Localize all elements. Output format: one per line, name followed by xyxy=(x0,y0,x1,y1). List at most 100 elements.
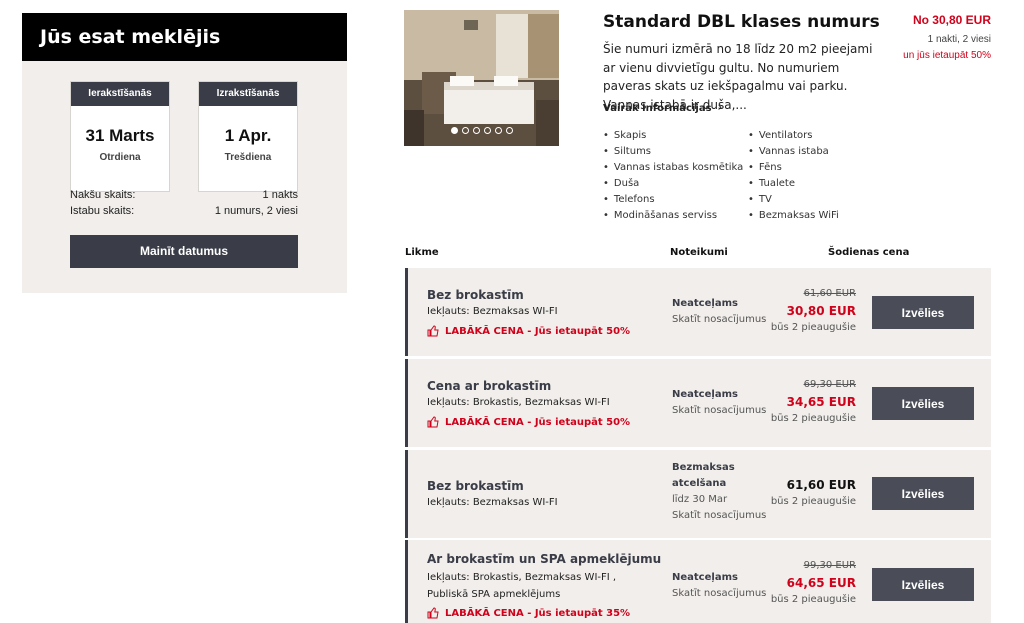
current-price: 64,65 EUR xyxy=(786,576,856,590)
select-rate-button[interactable]: Izvēlies xyxy=(872,477,974,510)
rate-price: 61,60 EUR 30,80 EUR būs 2 pieaugušie xyxy=(771,288,856,333)
column-header-terms: Noteikumi xyxy=(670,247,728,258)
thumbs-up-icon xyxy=(427,416,439,428)
nights-row: Nakšu skaits: 1 nakts xyxy=(70,189,298,201)
select-rate-button[interactable]: Izvēlies xyxy=(872,296,974,329)
search-summary-title: Jūs esat meklējis xyxy=(22,13,347,61)
amenity-item: Telefons xyxy=(603,192,743,208)
rate-row: Bez brokastīm Iekļauts: Bezmaksas WI-FI … xyxy=(405,268,991,356)
terms-title: Neatceļams xyxy=(672,389,738,400)
amenity-item: Ventilators xyxy=(748,128,839,144)
terms-link[interactable]: Skatīt nosacījumus xyxy=(672,314,766,325)
checkin-date: 31 Marts xyxy=(85,126,155,145)
rate-row: Ar brokastīm un SPA apmeklējumu Iekļauts… xyxy=(405,540,991,623)
chevron-right-icon: › xyxy=(717,100,723,114)
checkout-label: Izrakstīšanās xyxy=(199,82,297,106)
change-dates-button[interactable]: Mainīt datumus xyxy=(70,235,298,268)
rate-name: Cena ar brokastīm xyxy=(427,379,552,393)
terms-link[interactable]: Skatīt nosacījumus xyxy=(672,588,766,599)
best-price-text: LABĀKĀ CENA - Jūs ietaupāt 35% xyxy=(445,607,631,619)
terms-link[interactable]: Skatīt nosacījumus xyxy=(672,510,766,521)
guests-note: būs 2 pieaugušie xyxy=(770,413,856,424)
checkin-weekday: Otrdiena xyxy=(99,152,141,163)
rate-terms: Neatceļams Skatīt nosacījumus xyxy=(672,387,772,419)
amenity-item: Bezmaksas WiFi xyxy=(748,208,839,224)
column-header-rate: Likme xyxy=(405,247,439,258)
checkout-weekday: Trešdiena xyxy=(224,152,272,163)
rate-price: 61,60 EUR būs 2 pieaugušie xyxy=(771,478,856,507)
carousel-dots xyxy=(404,127,559,134)
rooms-label: Istabu skaits: xyxy=(70,205,135,217)
thumbs-up-icon xyxy=(427,325,439,337)
rate-name: Ar brokastīm un SPA apmeklējumu xyxy=(427,552,662,566)
terms-title: Neatceļams xyxy=(672,572,738,583)
rooms-row: Istabu skaits: 1 numurs, 2 viesi xyxy=(70,205,298,217)
rate-terms: Bezmaksas atcelšana līdz 30 Mar Skatīt n… xyxy=(672,460,772,524)
rate-price: 99,30 EUR 64,65 EUR būs 2 pieaugušie xyxy=(771,560,856,605)
room-photo-carousel[interactable] xyxy=(404,10,559,146)
amenity-item: Vannas istabas kosmētika xyxy=(603,160,743,176)
room-title: Standard DBL klases numurs xyxy=(603,12,880,32)
rate-included: Iekļauts: Brokastis, Bezmaksas WI-FI , P… xyxy=(427,572,617,600)
amenities-list-2: Ventilators Vannas istaba Fēns Tualete T… xyxy=(748,128,839,224)
carousel-dot-icon[interactable] xyxy=(494,127,502,134)
amenities-list-1: Skapis Siltums Vannas istabas kosmētika … xyxy=(603,128,743,224)
from-price-savings: un jūs ietaupāt 50% xyxy=(903,50,991,61)
guests-note: būs 2 pieaugušie xyxy=(770,322,856,333)
rate-row: Bez brokastīm Iekļauts: Bezmaksas WI-FI … xyxy=(405,450,991,538)
best-price-badge: LABĀKĀ CENA - Jūs ietaupāt 50% xyxy=(427,325,630,337)
current-price: 61,60 EUR xyxy=(786,478,856,492)
rate-name: Bez brokastīm xyxy=(427,288,524,302)
select-rate-button[interactable]: Izvēlies xyxy=(872,568,974,601)
rate-included: Iekļauts: Bezmaksas WI-FI xyxy=(427,497,558,508)
select-rate-button[interactable]: Izvēlies xyxy=(872,387,974,420)
terms-title: Bezmaksas atcelšana xyxy=(672,462,735,489)
best-price-text: LABĀKĀ CENA - Jūs ietaupāt 50% xyxy=(445,325,631,337)
guests-note: būs 2 pieaugušie xyxy=(770,496,856,507)
amenity-item: TV xyxy=(748,192,839,208)
terms-link[interactable]: Skatīt nosacījumus xyxy=(672,405,766,416)
old-price: 69,30 EUR xyxy=(803,379,856,390)
rate-included: Iekļauts: Brokastis, Bezmaksas WI-FI xyxy=(427,397,610,408)
current-price: 34,65 EUR xyxy=(786,395,856,409)
best-price-badge: LABĀKĀ CENA - Jūs ietaupāt 35% xyxy=(427,607,630,619)
terms-title: Neatceļams xyxy=(672,298,738,309)
carousel-dot-icon[interactable] xyxy=(505,127,513,134)
rate-terms: Neatceļams Skatīt nosacījumus xyxy=(672,570,772,602)
old-price: 61,60 EUR xyxy=(803,288,856,299)
checkout-card: Izrakstīšanās 1 Apr. Trešdiena xyxy=(198,81,298,192)
amenity-item: Vannas istaba xyxy=(748,144,839,160)
from-price-stay: 1 nakti, 2 viesi xyxy=(927,34,991,45)
thumbs-up-icon xyxy=(427,607,439,619)
amenity-item: Fēns xyxy=(748,160,839,176)
checkin-card: Ierakstīšanās 31 Marts Otrdiena xyxy=(70,81,170,192)
amenity-item: Skapis xyxy=(603,128,743,144)
nights-value: 1 nakts xyxy=(262,189,298,201)
carousel-dot-icon[interactable] xyxy=(472,127,480,134)
carousel-dot-icon[interactable] xyxy=(483,127,491,134)
search-summary-panel: Jūs esat meklējis Ierakstīšanās 31 Marts… xyxy=(22,13,347,293)
guests-note: būs 2 pieaugušie xyxy=(770,594,856,605)
amenity-item: Modināšanas serviss xyxy=(603,208,743,224)
rate-row: Cena ar brokastīm Iekļauts: Brokastis, B… xyxy=(405,359,991,447)
checkin-label: Ierakstīšanās xyxy=(71,82,169,106)
carousel-dot-icon[interactable] xyxy=(461,127,469,134)
best-price-badge: LABĀKĀ CENA - Jūs ietaupāt 50% xyxy=(427,416,630,428)
checkout-date: 1 Apr. xyxy=(224,126,272,145)
best-price-text: LABĀKĀ CENA - Jūs ietaupāt 50% xyxy=(445,416,631,428)
rate-included: Iekļauts: Bezmaksas WI-FI xyxy=(427,306,558,317)
current-price: 30,80 EUR xyxy=(786,304,856,318)
rate-name: Bez brokastīm xyxy=(427,479,524,493)
amenity-item: Duša xyxy=(603,176,743,192)
old-price: 99,30 EUR xyxy=(803,560,856,571)
from-price: No 30,80 EUR xyxy=(912,13,991,27)
carousel-dot-icon[interactable] xyxy=(450,127,458,134)
rate-price: 69,30 EUR 34,65 EUR būs 2 pieaugušie xyxy=(771,379,856,424)
more-info-label: Vairāk informācijas xyxy=(603,103,712,114)
column-header-price: Šodienas cena xyxy=(828,247,910,258)
more-info-link[interactable]: Vairāk informācijas › xyxy=(603,100,722,114)
room-photo xyxy=(404,10,559,146)
amenity-item: Siltums xyxy=(603,144,743,160)
nights-label: Nakšu skaits: xyxy=(70,189,136,201)
rate-terms: Neatceļams Skatīt nosacījumus xyxy=(672,296,772,328)
